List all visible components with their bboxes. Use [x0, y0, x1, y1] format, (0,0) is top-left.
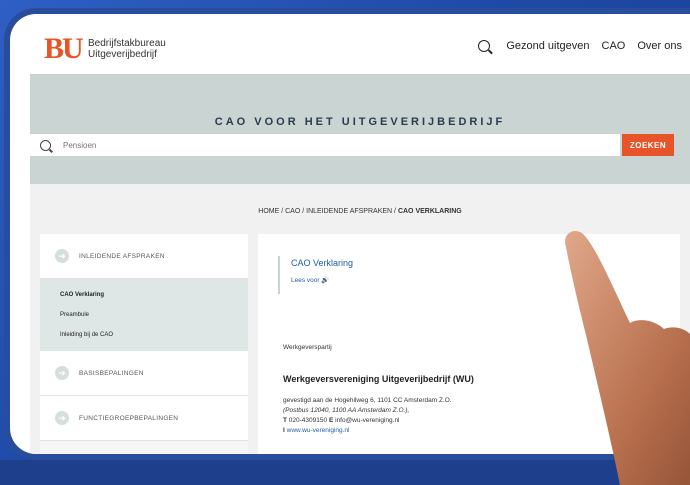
phone-number: 020-4309150: [288, 417, 328, 424]
organisation-name: Werkgeversvereniging Uitgeverijbedrijf (…: [283, 374, 474, 384]
arrow-right-icon: ➜: [55, 366, 69, 380]
title-accent-bar: [278, 256, 280, 294]
phone-label: T: [283, 417, 287, 424]
breadcrumb: HOME / CAO / INLEIDENDE AFSPRAKEN / CAO …: [30, 208, 690, 215]
lees-voor-label: Lees voor: [291, 277, 320, 284]
email-link[interactable]: info@wu-vereniging.nl: [335, 417, 399, 424]
nav-over-ons[interactable]: Over ons: [637, 40, 682, 52]
main-nav: Gezond uitgeven CAO Over ons: [478, 40, 682, 52]
werkgeverspartij-label: Werkgeverspartij: [283, 344, 332, 351]
brand-line-2: Uitgeverijbedrijf: [88, 49, 157, 60]
sidebar-section-label: FUNCTIEGROEPBEPALINGEN: [79, 414, 179, 422]
nav-cao[interactable]: CAO: [602, 40, 626, 52]
address-line: gevestigd aan de Hogehilweg 6, 1101 CC A…: [283, 397, 452, 404]
website-line: I www.wu-vereniging.nl: [283, 426, 452, 436]
brand-name: Bedrijfstakbureau Uitgeverijbedrijf: [88, 38, 166, 60]
sidebar-section-inleidende-afspraken[interactable]: ➜ INLEIDENDE AFSPRAKEN: [40, 234, 248, 279]
bu-logo[interactable]: BU: [44, 34, 84, 64]
website-link[interactable]: www.wu-vereniging.nl: [287, 427, 350, 434]
nav-gezond-uitgeven[interactable]: Gezond uitgeven: [506, 40, 589, 52]
sidebar-section-label: BASISBEPALINGEN: [79, 369, 144, 377]
email-label: E: [328, 417, 334, 424]
arrow-right-icon: ➜: [55, 249, 69, 263]
website-label: I: [283, 427, 285, 434]
site-header: BU Bedrijfstakbureau Uitgeverijbedrijf G…: [30, 24, 690, 74]
postbus-line: (Postbus 12040, 1100 AA Amsterdam Z.O.),: [283, 407, 410, 414]
page-title: CAO VOOR HET UITGEVERIJBEDRIJF: [214, 116, 506, 128]
breadcrumb-current: CAO VERKLARING: [397, 208, 462, 215]
brand-line-1: Bedrijfstakbureau: [88, 38, 166, 49]
contact-line: T 020-4309150 E info@wu-vereniging.nl: [283, 416, 452, 426]
breadcrumb-path[interactable]: HOME / CAO / INLEIDENDE AFSPRAKEN /: [258, 208, 398, 215]
sidebar-section-label: INLEIDENDE AFSPRAKEN: [79, 252, 165, 260]
sidebar: ➜ INLEIDENDE AFSPRAKEN CAO Verklaring Pr…: [40, 234, 248, 454]
sidebar-section-functiegroepbepalingen[interactable]: ➜ FUNCTIEGROEPBEPALINGEN: [40, 396, 248, 441]
search-icon: [40, 139, 51, 151]
sidebar-item-inleiding[interactable]: Inleiding bij de CAO: [40, 325, 248, 345]
sidebar-item-cao-verklaring[interactable]: CAO Verklaring: [40, 285, 248, 305]
zoeken-button[interactable]: ZOEKEN: [622, 134, 674, 156]
sidebar-section-basisbepalingen[interactable]: ➜ BASISBEPALINGEN: [40, 351, 248, 396]
speaker-icon: 🔊: [321, 277, 330, 284]
sidebar-subitems: CAO Verklaring Preambule Inleiding bij d…: [40, 279, 248, 351]
hero-banner: CAO VOOR HET UITGEVERIJBEDRIJF: [30, 74, 690, 184]
search-bar: [30, 134, 620, 156]
search-icon[interactable]: [478, 40, 491, 52]
organisation-address: gevestigd aan de Hogehilweg 6, 1101 CC A…: [283, 396, 452, 436]
content-title: CAO Verklaring: [291, 258, 354, 268]
lees-voor-link[interactable]: Lees voor 🔊: [291, 276, 329, 284]
pointing-hand-image: [565, 230, 690, 485]
sidebar-item-preambule[interactable]: Preambule: [40, 305, 248, 325]
arrow-right-icon: ➜: [55, 411, 69, 425]
search-input[interactable]: [61, 139, 585, 151]
